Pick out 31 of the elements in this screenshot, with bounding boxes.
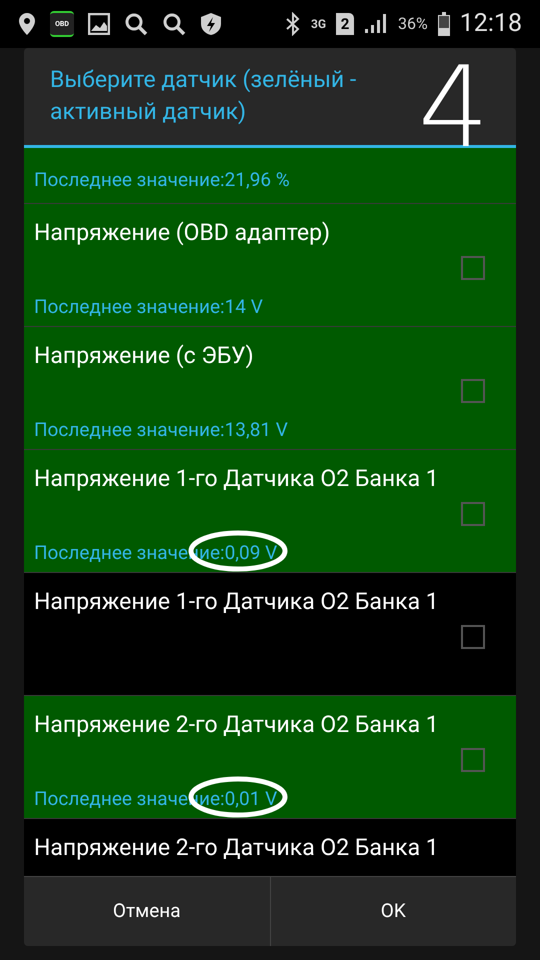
image-icon	[88, 13, 110, 35]
sim-badge: 2	[336, 13, 354, 35]
checkbox[interactable]	[461, 748, 485, 772]
search-icon	[124, 12, 148, 36]
sensor-name: Напряжение (OBD адаптер)	[34, 218, 330, 248]
shield-bolt-icon	[200, 12, 222, 36]
network-type: 3G	[310, 18, 326, 30]
sensor-name: Напряжение 2-го Датчика O2 Банка 1	[34, 710, 439, 740]
dialog-button[interactable]: OK	[270, 877, 516, 946]
battery-percent: 36%	[398, 13, 428, 35]
sensor-name: Напряжение 1-го Датчика O2 Банка 1	[34, 587, 439, 617]
checkbox[interactable]	[461, 625, 485, 649]
signal-icon	[364, 13, 388, 35]
sensor-row[interactable]: Напряжение (OBD адаптер) Последнее значение:14 V	[24, 204, 516, 327]
last-value: Последнее значение:21,96 %	[34, 167, 290, 193]
clock: 12:18	[460, 8, 522, 40]
sensor-row[interactable]: Напряжение (с ЭБУ) Последнее значение:13,81 V	[24, 327, 516, 450]
sensor-name: Напряжение (с ЭБУ)	[34, 341, 254, 371]
sensor-name: Напряжение 1-го Датчика O2 Банка 1	[34, 464, 439, 494]
last-value: Последнее значение:14 V	[34, 294, 263, 320]
location-pin-icon	[18, 12, 36, 36]
checkbox[interactable]	[461, 379, 485, 403]
sensor-row[interactable]: Последнее значение:21,96 %	[24, 148, 516, 204]
dialog-title: Выберите датчик (зелёный - активный датчик)	[50, 65, 358, 127]
checkbox[interactable]	[461, 256, 485, 280]
battery-icon	[438, 12, 450, 36]
checkbox[interactable]	[461, 502, 485, 526]
sensor-name: Напряжение 2-го Датчика O2 Банка 1	[34, 833, 439, 863]
search-icon	[162, 12, 186, 36]
last-value: Последнее значение:13,81 V	[34, 417, 288, 443]
bluetooth-icon	[284, 12, 301, 36]
